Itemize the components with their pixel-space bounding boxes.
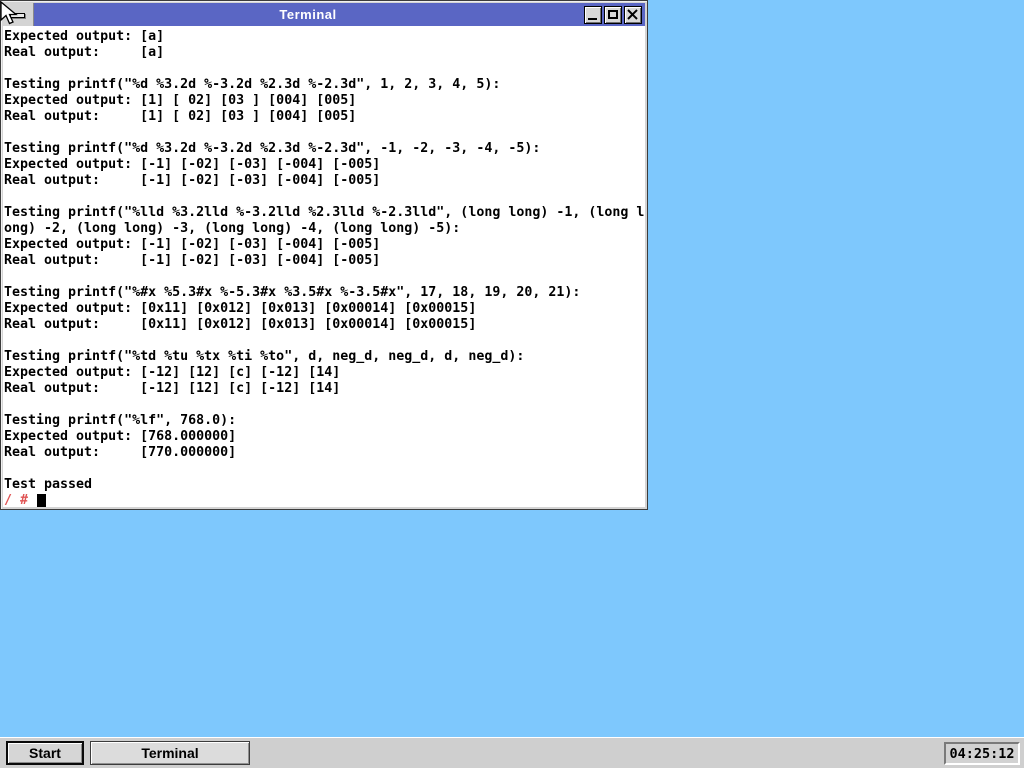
desktop: { "window": { "title": "Terminal", "butt… xyxy=(0,0,1024,768)
window-controls xyxy=(582,3,645,26)
close-button[interactable] xyxy=(624,6,642,24)
close-icon xyxy=(625,7,641,23)
terminal-output-area[interactable]: Expected output: [a] Real output: [a] Te… xyxy=(3,26,645,507)
shell-prompt-line: / # xyxy=(3,493,645,507)
text-cursor xyxy=(37,494,46,507)
window-title: Terminal xyxy=(34,3,582,26)
minimize-button[interactable] xyxy=(584,6,602,24)
minimize-icon xyxy=(588,18,597,20)
terminal-window: Terminal Expected output: [a] Real outpu… xyxy=(0,0,648,510)
maximize-button[interactable] xyxy=(604,6,622,24)
taskbar: Start Terminal 04:25:12 xyxy=(0,737,1024,768)
terminal-output: Expected output: [a] Real output: [a] Te… xyxy=(3,26,645,493)
task-button-terminal[interactable]: Terminal xyxy=(90,741,250,765)
window-menu-dash-icon xyxy=(10,13,25,18)
window-titlebar[interactable]: Terminal xyxy=(3,3,645,26)
start-button[interactable]: Start xyxy=(6,741,84,765)
shell-prompt: / # xyxy=(4,493,28,507)
window-menu-button[interactable] xyxy=(3,3,34,26)
taskbar-clock: 04:25:12 xyxy=(944,742,1020,765)
maximize-icon xyxy=(608,10,618,19)
